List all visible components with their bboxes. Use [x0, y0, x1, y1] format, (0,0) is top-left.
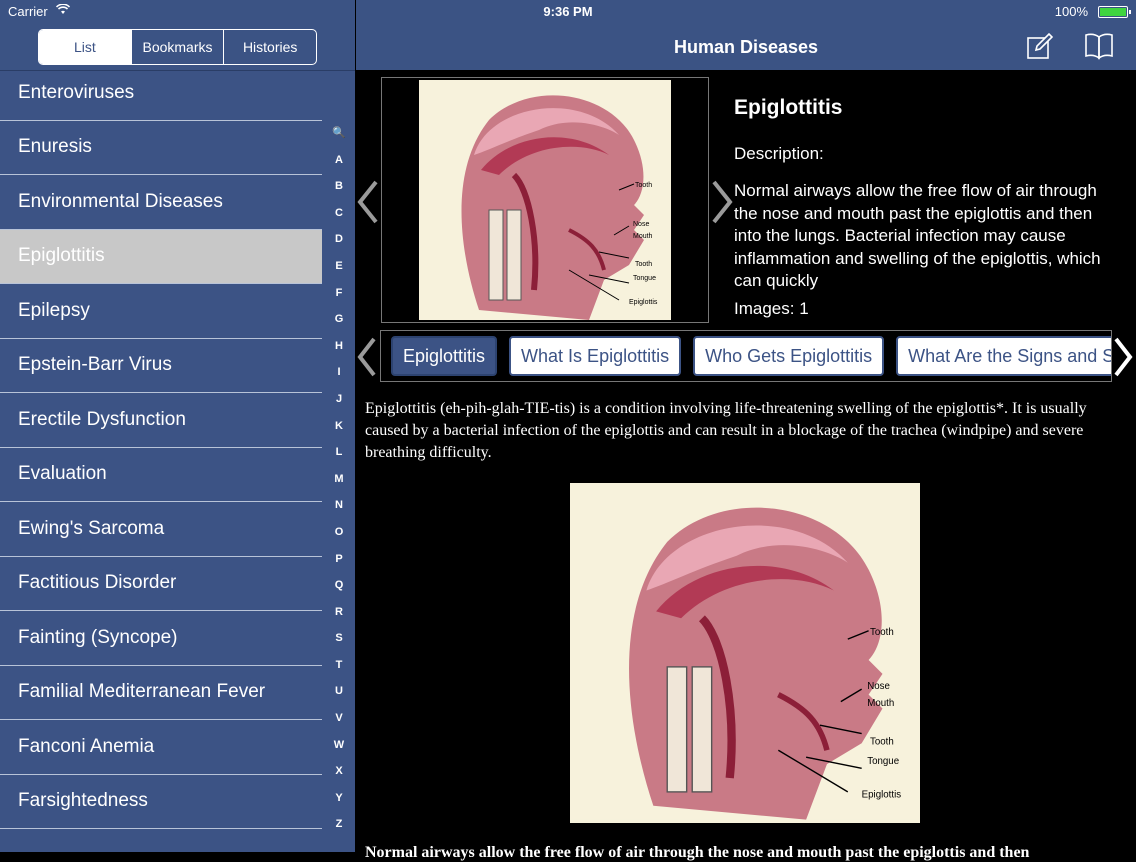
list-item[interactable]: Fanconi Anemia — [0, 720, 322, 775]
list-item[interactable]: Epstein-Barr Virus — [0, 339, 322, 393]
diagram-label-nose: Nose — [867, 681, 890, 692]
image-caption: Normal airways allow the free flow of ai… — [365, 844, 1030, 861]
image-next-arrow[interactable] — [710, 180, 734, 224]
diagram-label-tongue: Tongue — [867, 756, 899, 767]
index-letter[interactable]: L — [324, 439, 354, 466]
segment-histories[interactable]: Histories — [223, 30, 316, 64]
segment-bookmarks[interactable]: Bookmarks — [130, 30, 224, 64]
list-item[interactable]: Fainting (Syncope) — [0, 611, 322, 666]
index-letter[interactable]: U — [324, 678, 354, 705]
diagram-label-tooth-lower: Tooth — [635, 261, 652, 268]
index-letter[interactable]: H — [324, 333, 354, 360]
list-item[interactable]: Evaluation — [0, 448, 322, 502]
index-letter[interactable]: P — [324, 546, 354, 573]
book-icon[interactable] — [1084, 32, 1114, 60]
view-segmented-control: List Bookmarks Histories — [38, 29, 317, 65]
section-tab[interactable]: What Are the Signs and Symptoms — [896, 336, 1111, 376]
diagram-label-epiglottis: Epiglottis — [862, 789, 902, 800]
index-letter[interactable]: B — [324, 173, 354, 200]
description-text: Normal airways allow the free flow of ai… — [734, 181, 1101, 291]
tabs-prev-arrow[interactable] — [356, 335, 378, 379]
index-letter[interactable]: K — [324, 413, 354, 440]
index-letter[interactable]: O — [324, 519, 354, 546]
disease-title: Epiglottitis — [734, 96, 843, 119]
list-item[interactable]: Environmental Diseases — [0, 175, 322, 230]
clock: 9:36 PM — [543, 4, 593, 19]
index-letter[interactable]: M — [324, 466, 354, 493]
list-item[interactable]: Familial Mediterranean Fever — [0, 666, 322, 720]
status-bar: Carrier 9:36 PM 100% — [0, 0, 1136, 22]
detail-pane: Tooth Nose Mouth Tooth Tongue Epiglottis… — [356, 70, 1136, 861]
description-label: Description: — [734, 144, 824, 163]
diagram-label-mouth: Mouth — [867, 698, 894, 709]
diagram-label-epiglottis: Epiglottis — [629, 299, 658, 306]
list-item[interactable]: Epiglottitis — [0, 229, 322, 284]
list-item[interactable]: Epilepsy — [0, 284, 322, 339]
index-letter[interactable]: R — [324, 599, 354, 626]
list-item[interactable]: Enuresis — [0, 121, 322, 175]
section-tab[interactable]: Epiglottitis — [391, 336, 498, 376]
index-letter[interactable]: X — [324, 758, 354, 785]
list-item[interactable]: Enteroviruses — [0, 66, 322, 121]
battery-icon — [1098, 6, 1131, 18]
list-item[interactable]: Farsightedness — [0, 775, 322, 829]
index-letter[interactable]: N — [324, 492, 354, 519]
diagram-label-tongue: Tongue — [633, 275, 656, 282]
diagram-label-tooth: Tooth — [635, 182, 652, 189]
index-letter[interactable]: V — [324, 705, 354, 732]
section-tabs: Epiglottitis What Is Epiglottitis Who Gets… — [391, 336, 1111, 376]
index-letter[interactable]: C — [324, 200, 354, 227]
epiglottis-diagram-thumbnail[interactable]: Tooth Nose Mouth Tooth Tongue Epiglottis — [419, 80, 671, 320]
index-letter[interactable]: J — [324, 386, 354, 413]
index-letter[interactable]: G — [324, 306, 354, 333]
app-window: Carrier 9:36 PM 100% List Bookmarks Hist… — [0, 0, 1136, 861]
index-letter[interactable]: Z — [324, 811, 354, 838]
index-letter[interactable]: W — [324, 732, 354, 759]
index-letter[interactable]: E — [324, 253, 354, 280]
image-viewer: Tooth Nose Mouth Tooth Tongue Epiglottis — [381, 77, 709, 323]
compose-icon[interactable] — [1026, 32, 1054, 60]
index-search-icon[interactable]: 🔍 — [324, 120, 354, 147]
segment-list[interactable]: List — [39, 30, 131, 64]
index-letter[interactable]: I — [324, 359, 354, 386]
diagram-label-mouth: Mouth — [633, 233, 653, 240]
images-count: Images: 1 — [734, 299, 809, 318]
index-letter[interactable]: A — [324, 147, 354, 174]
diagram-label-tooth-lower: Tooth — [870, 737, 894, 748]
index-letter[interactable]: Q — [324, 572, 354, 599]
list-item[interactable]: Factitious Disorder — [0, 557, 322, 611]
disease-list: Enteroviruses Enuresis Environmental Disea… — [0, 66, 322, 829]
index-letter[interactable]: S — [324, 625, 354, 652]
page-title: Human Diseases — [673, 37, 819, 57]
index-letter[interactable]: D — [324, 226, 354, 253]
section-tab[interactable]: Who Gets Epiglottitis — [693, 336, 885, 376]
diagram-label-tooth: Tooth — [870, 627, 894, 638]
sidebar: List Bookmarks Histories Enteroviruses En… — [0, 0, 355, 852]
article-intro: Epiglottitis (eh-pih-glah-TIE-tis) is a … — [365, 400, 1087, 461]
index-letter[interactable]: T — [324, 652, 354, 679]
alphabet-index: 🔍 A B C D E F G H I J K L M N O P Q R S T U V W X Y Z — [324, 120, 354, 838]
list-item[interactable]: Erectile Dysfunction — [0, 393, 322, 448]
battery-percent: 100% — [1054, 4, 1088, 19]
index-letter[interactable]: F — [324, 280, 354, 307]
list-item[interactable]: Ewing's Sarcoma — [0, 502, 322, 557]
section-tab[interactable]: What Is Epiglottitis — [509, 336, 682, 376]
diagram-label-nose: Nose — [633, 221, 649, 228]
image-prev-arrow[interactable] — [356, 180, 380, 224]
tabs-next-arrow[interactable] — [1112, 335, 1134, 379]
section-tabs-scroller: Epiglottitis What Is Epiglottitis Who Gets… — [380, 330, 1112, 382]
epiglottis-diagram[interactable]: Tooth Nose Mouth Tooth Tongue Epiglottis — [570, 483, 920, 823]
index-letter[interactable]: Y — [324, 785, 354, 812]
